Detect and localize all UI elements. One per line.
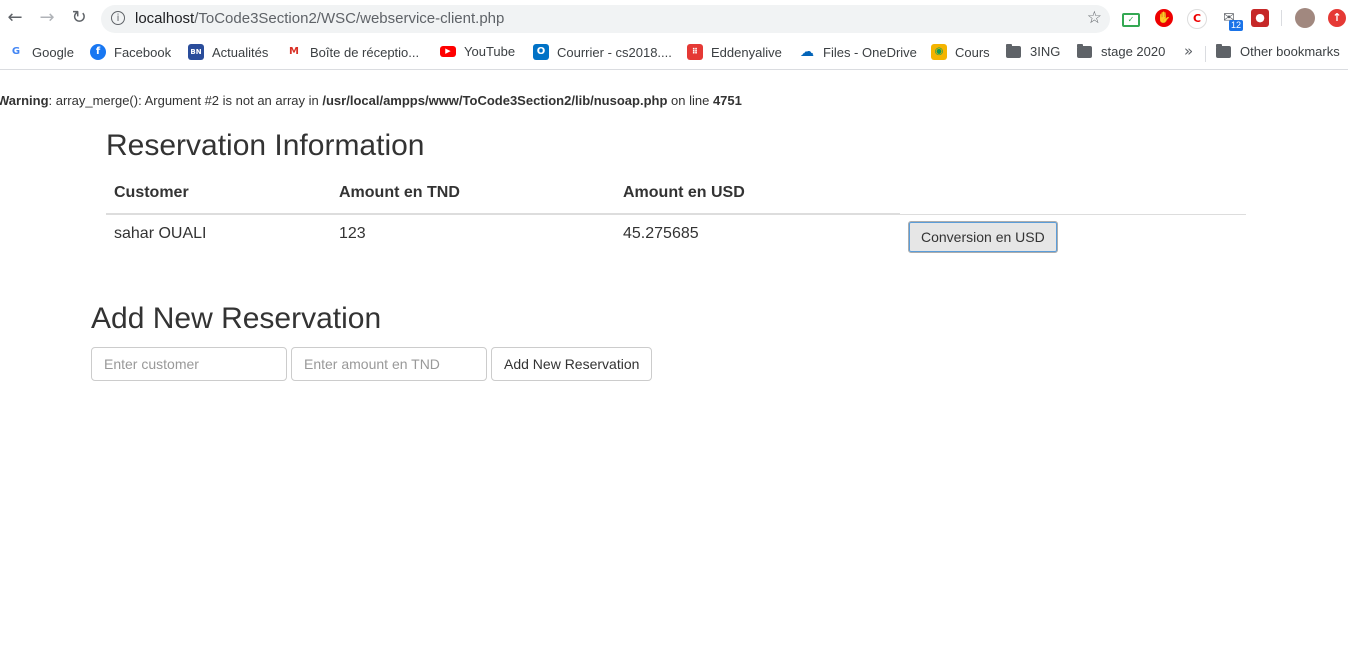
news-icon: BN: [188, 44, 204, 60]
back-icon[interactable]: ←: [5, 8, 25, 28]
extension-check-icon[interactable]: ✓: [1122, 13, 1140, 27]
php-warning: Warning: array_merge(): Argument #2 is n…: [0, 93, 742, 108]
add-reservation-button[interactable]: Add New Reservation: [491, 347, 653, 381]
youtube-icon: ▶: [440, 46, 456, 57]
header-amount-tnd: Amount en TND: [331, 172, 615, 215]
bookmark-stage-2020[interactable]: stage 2020: [1077, 43, 1165, 59]
extension-c-icon[interactable]: C: [1187, 9, 1207, 29]
cell-action: Conversion en USD: [900, 213, 1246, 263]
grid-icon: ⠿: [687, 44, 703, 60]
among-us-icon[interactable]: ●: [1251, 9, 1269, 27]
folder-icon: [1216, 43, 1231, 58]
header-action: [900, 172, 1246, 215]
cell-customer: sahar OUALI: [106, 213, 331, 263]
bookmarks-bar: G Google f Facebook BN Actualités M Boîte de…: [0, 37, 1348, 70]
browser-toolbar: ← → ↻ i localhost/ToCode3Section2/WSC/we…: [0, 0, 1348, 37]
add-reservation-title: Add New Reservation: [91, 302, 382, 335]
cell-amount-usd: 45.275685: [615, 213, 900, 263]
mail-badge: 12: [1229, 20, 1244, 31]
bookmark-other[interactable]: Other bookmarks: [1216, 43, 1340, 59]
bookmark-eddenyalive[interactable]: ⠿ Eddenyalive: [687, 44, 782, 60]
reservation-info-title: Reservation Information: [106, 129, 425, 162]
update-icon[interactable]: ↑: [1328, 9, 1346, 27]
folder-icon: [1006, 43, 1021, 58]
cloud-icon: ☁: [799, 44, 815, 60]
reload-icon[interactable]: ↻: [69, 8, 89, 28]
customer-input[interactable]: [91, 347, 287, 381]
bookmark-3ing[interactable]: 3ING: [1006, 43, 1060, 59]
bookmarks-divider: [1205, 46, 1206, 62]
bookmark-youtube[interactable]: ▶ YouTube: [440, 44, 515, 59]
forward-icon[interactable]: →: [37, 8, 57, 28]
bookmark-cours[interactable]: ◉ Cours: [931, 44, 990, 60]
bookmark-gmail[interactable]: M Boîte de réceptio...: [286, 44, 419, 60]
cell-amount-tnd: 123: [331, 213, 615, 263]
add-reservation-form: Add New Reservation: [91, 347, 653, 381]
more-bookmarks-icon[interactable]: »: [1184, 42, 1193, 60]
bookmark-star-icon[interactable]: ☆: [1087, 8, 1102, 28]
reservation-table: Customer Amount en TND Amount en USD sah…: [106, 172, 1246, 263]
header-amount-usd: Amount en USD: [615, 172, 900, 215]
amount-tnd-input[interactable]: [291, 347, 487, 381]
classroom-icon: ◉: [931, 44, 947, 60]
folder-icon: [1077, 43, 1092, 58]
url-text[interactable]: localhost/ToCode3Section2/WSC/webservice…: [135, 10, 504, 27]
bookmark-facebook[interactable]: f Facebook: [90, 44, 171, 60]
bookmark-onedrive[interactable]: ☁ Files - OneDrive: [799, 44, 917, 60]
toolbar-divider: [1281, 10, 1282, 26]
table-row: sahar OUALI 123 45.275685 Conversion en …: [106, 213, 1246, 263]
adblock-icon[interactable]: ✋: [1155, 9, 1173, 27]
bookmark-actualites[interactable]: BN Actualités: [188, 44, 268, 60]
google-icon: G: [8, 44, 24, 60]
info-icon[interactable]: i: [111, 11, 125, 25]
address-bar[interactable]: i localhost/ToCode3Section2/WSC/webservi…: [101, 5, 1110, 33]
header-customer: Customer: [106, 172, 331, 215]
bookmark-google[interactable]: G Google: [8, 44, 74, 60]
facebook-icon: f: [90, 44, 106, 60]
bookmark-outlook[interactable]: O Courrier - cs2018....: [533, 44, 672, 60]
profile-avatar[interactable]: [1295, 8, 1315, 28]
outlook-icon: O: [533, 44, 549, 60]
gmail-icon: M: [286, 44, 302, 60]
conversion-usd-button[interactable]: Conversion en USD: [908, 220, 1058, 253]
